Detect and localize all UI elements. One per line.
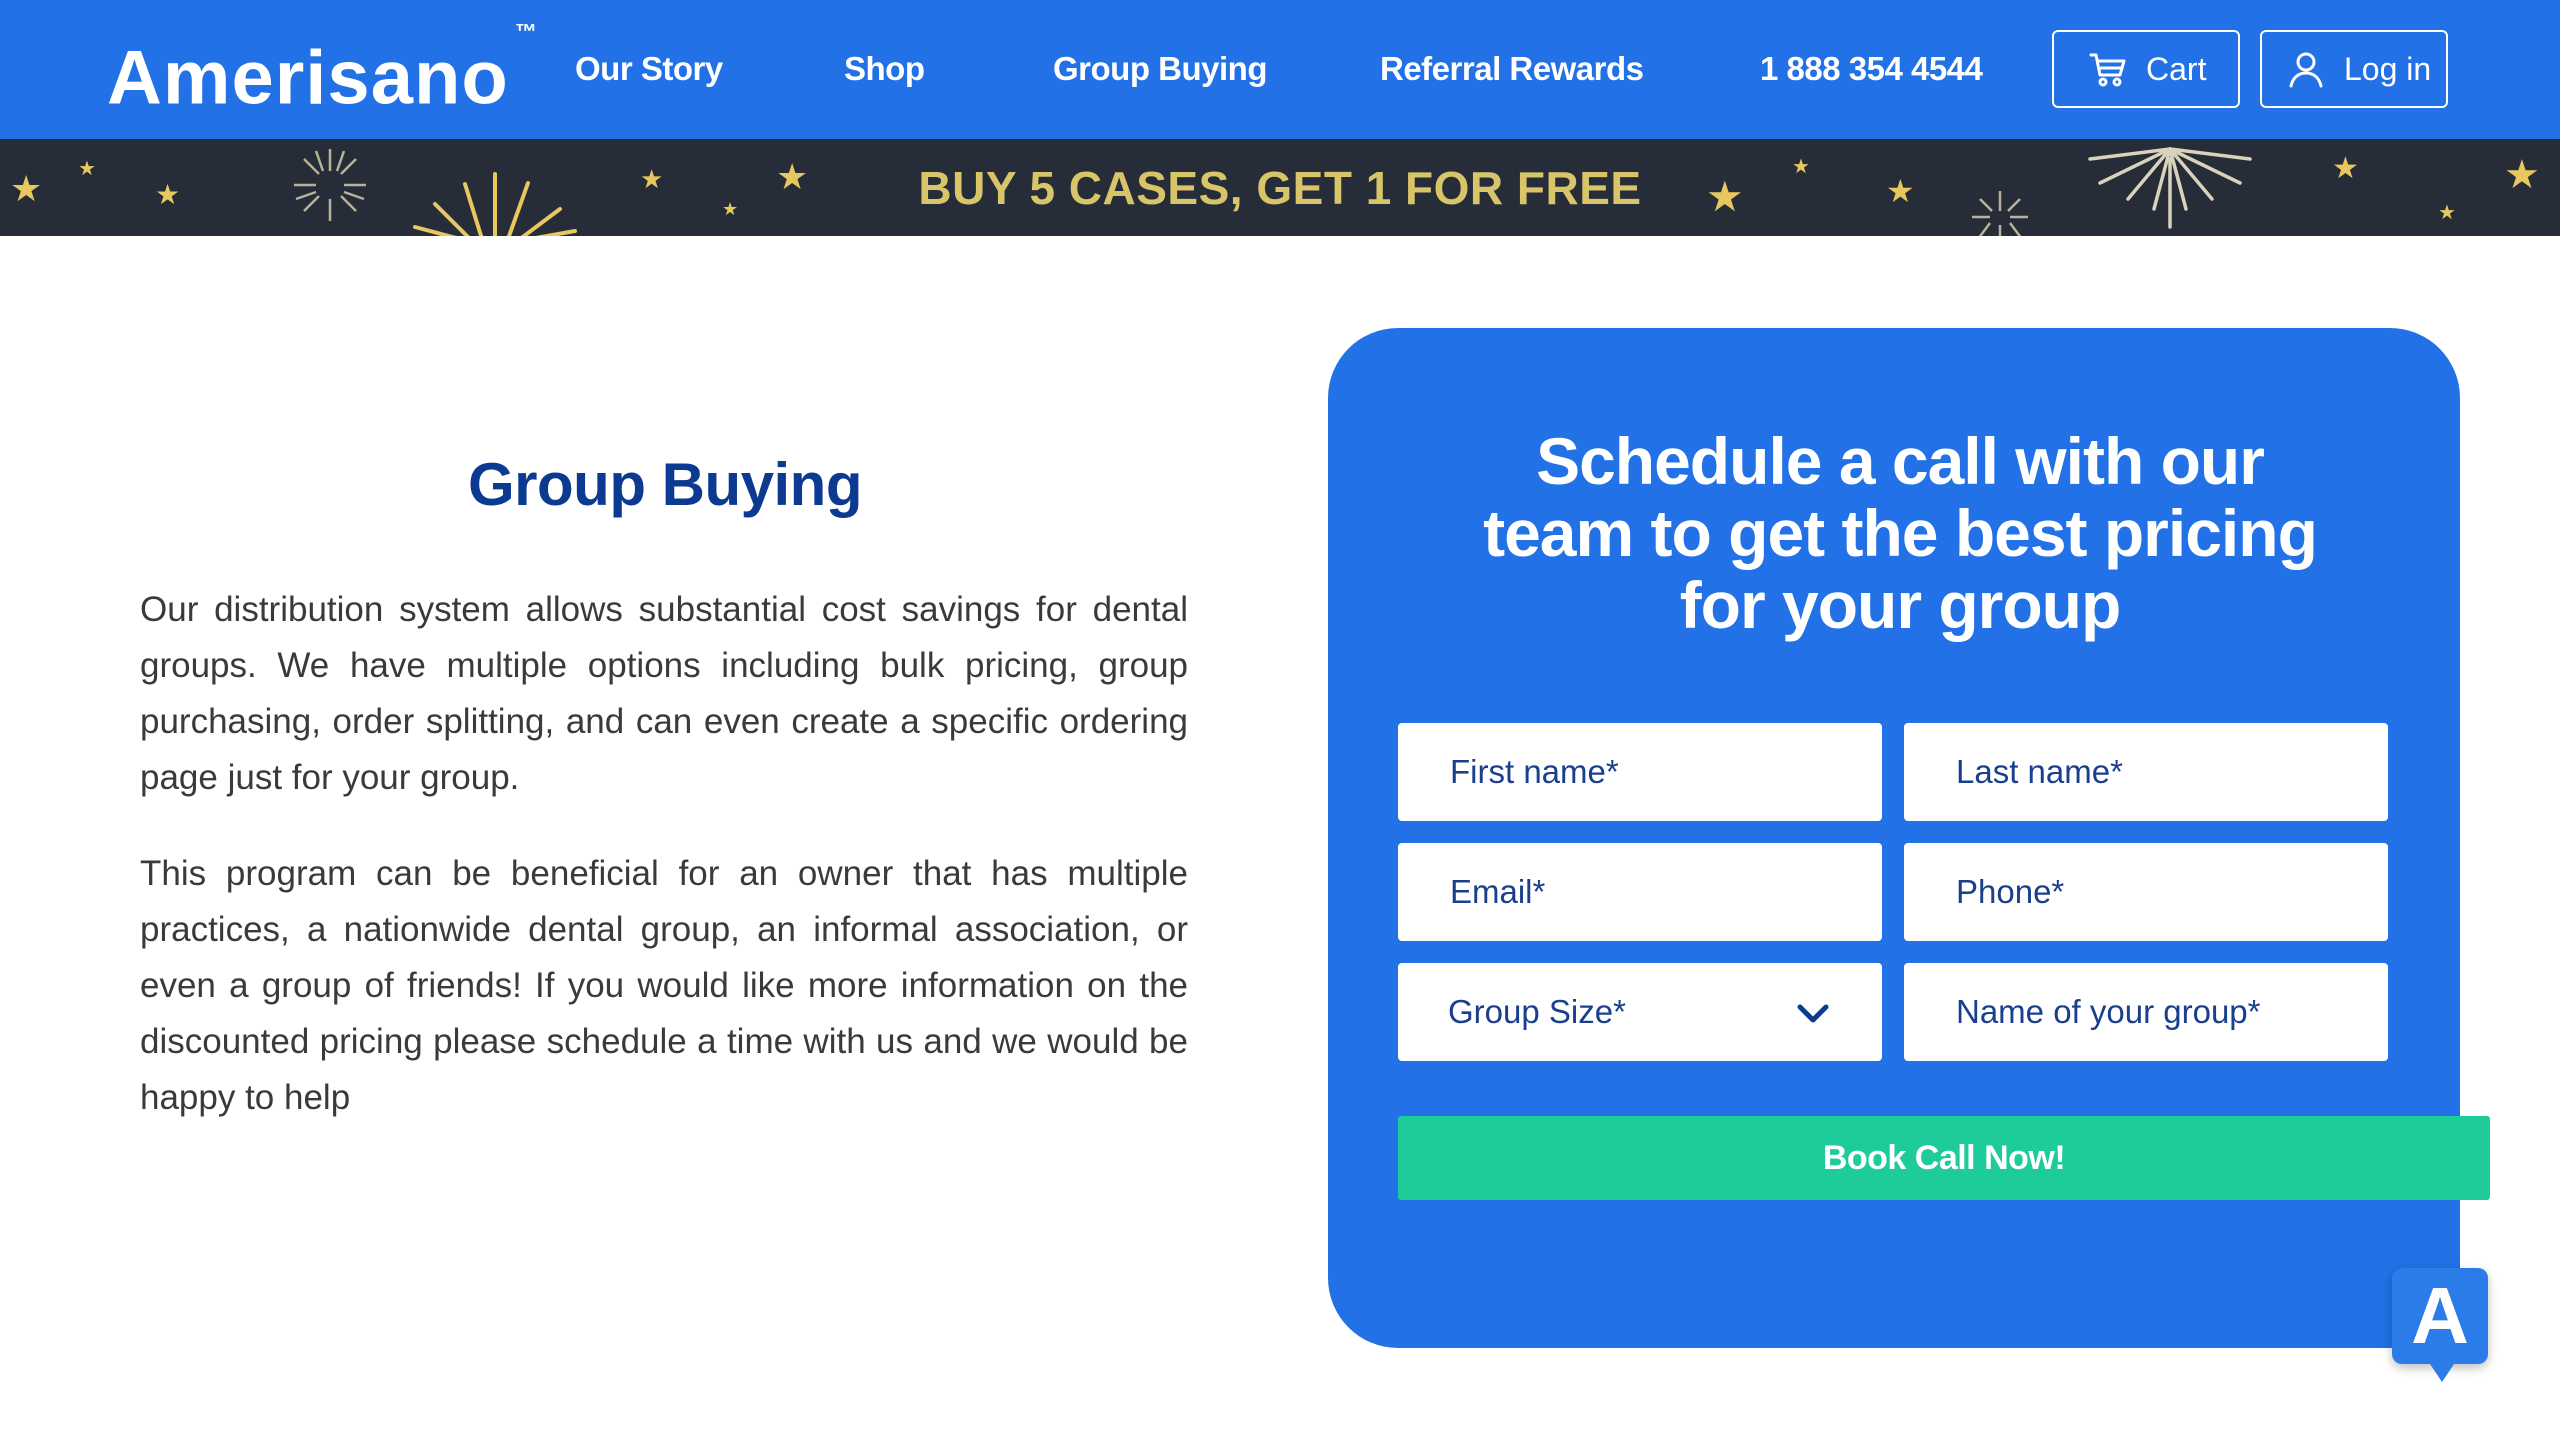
- trademark-mark: ™: [514, 19, 538, 44]
- nav-group-buying[interactable]: Group Buying: [1053, 46, 1267, 92]
- logo-text: Amerisano: [107, 35, 509, 121]
- star-decoration: ★: [2438, 202, 2456, 224]
- email-field[interactable]: Email*: [1398, 843, 1882, 941]
- star-decoration: ★: [2332, 152, 2359, 185]
- first-name-placeholder: First name*: [1450, 753, 1619, 790]
- nav-phone-number[interactable]: 1 888 354 4544: [1760, 46, 1983, 92]
- firework-decoration: [2088, 147, 2252, 229]
- cart-button[interactable]: Cart: [2052, 30, 2240, 108]
- first-name-field[interactable]: First name*: [1398, 723, 1882, 821]
- group-size-select[interactable]: Group Size*: [1398, 963, 1882, 1061]
- cart-icon: [2089, 53, 2126, 87]
- phone-field[interactable]: Phone*: [1904, 843, 2388, 941]
- group-size-placeholder: Group Size*: [1448, 993, 1626, 1030]
- group-name-field[interactable]: Name of your group*: [1904, 963, 2388, 1061]
- login-label: Log in: [2344, 50, 2432, 87]
- promo-banner[interactable]: ★ ★ ★ ★ ★ ★ BUY 5 CASES, GET 1 FOR FREE …: [0, 139, 2560, 236]
- last-name-field[interactable]: Last name*: [1904, 723, 2388, 821]
- email-placeholder: Email*: [1450, 873, 1546, 910]
- star-decoration: ★: [1706, 173, 1744, 220]
- login-button[interactable]: Log in: [2260, 30, 2448, 108]
- star-decoration: ★: [2504, 153, 2540, 197]
- book-call-button[interactable]: Book Call Now!: [1398, 1116, 2490, 1200]
- nav-referral-rewards[interactable]: Referral Rewards: [1380, 46, 1644, 92]
- cart-label: Cart: [2146, 50, 2207, 87]
- nav-our-story[interactable]: Our Story: [575, 46, 723, 92]
- intro-paragraph: Our distribution system allows substanti…: [140, 590, 1188, 797]
- star-decoration: ★: [1886, 173, 1915, 209]
- chevron-down-icon: [1797, 1004, 1829, 1023]
- accessibility-icon: A: [2411, 1271, 2469, 1360]
- form-title-line: for your group: [1679, 568, 2122, 642]
- form-title-line: Schedule a call with our: [1536, 424, 2265, 498]
- form-title-line: team to get the best pricing: [1483, 496, 2318, 570]
- last-name-placeholder: Last name*: [1956, 753, 2123, 790]
- group-name-placeholder: Name of your group*: [1956, 993, 2261, 1030]
- form-title: Schedule a call with our team to get the…: [1400, 425, 2400, 641]
- top-navigation-bar: Amerisano™ Our Story Shop Group Buying R…: [0, 0, 2560, 139]
- firework-decoration: [1972, 191, 2028, 236]
- star-decoration: ★: [1792, 156, 1810, 178]
- nav-shop[interactable]: Shop: [844, 46, 925, 92]
- page-title: Group Buying: [468, 451, 862, 518]
- accessibility-widget-button[interactable]: A: [2392, 1268, 2488, 1382]
- phone-placeholder: Phone*: [1956, 873, 2065, 910]
- amerisano-logo[interactable]: Amerisano™: [107, 19, 538, 121]
- program-paragraph: This program can be beneficial for an ow…: [140, 854, 1188, 1117]
- user-icon: [2289, 52, 2323, 88]
